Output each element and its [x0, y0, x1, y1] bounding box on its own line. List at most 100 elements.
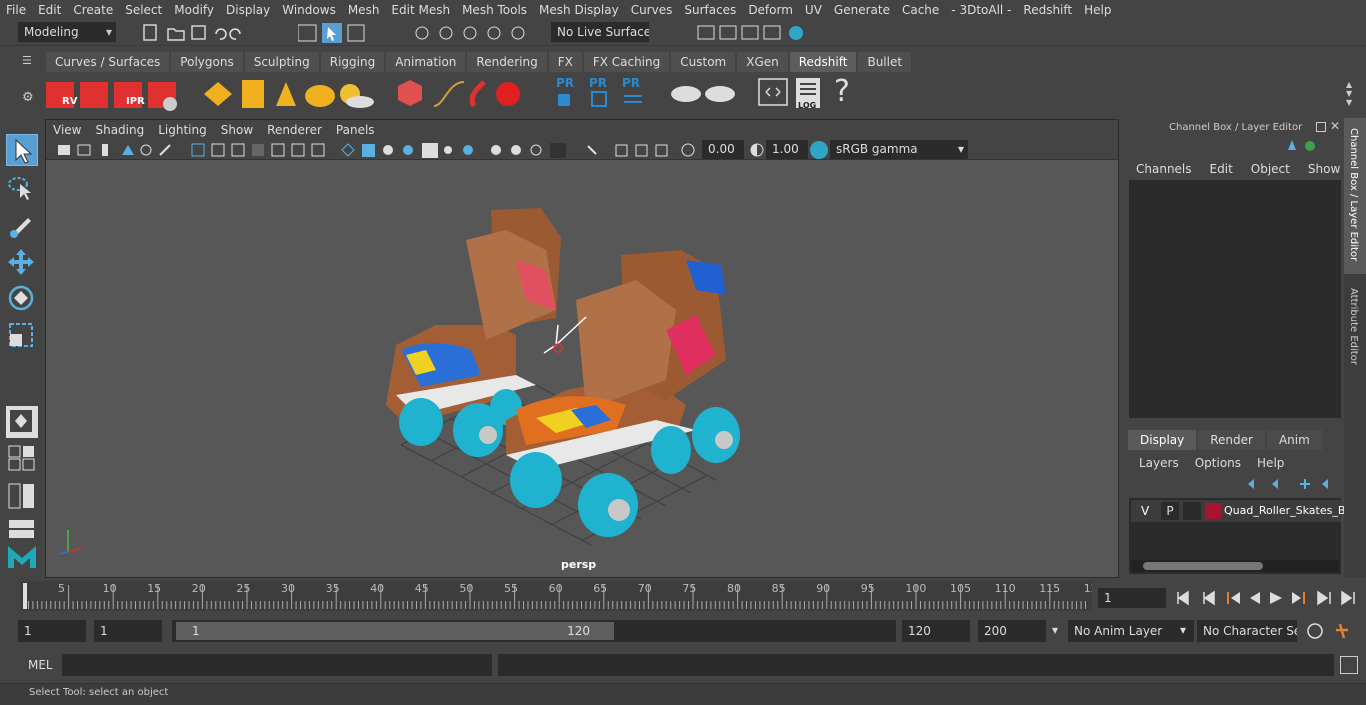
side-tab-channel-box[interactable]: Channel Box / Layer Editor [1344, 118, 1366, 274]
layer-playback[interactable]: P [1161, 502, 1179, 520]
playback-controls[interactable] [1172, 588, 1362, 608]
layer-color-swatch[interactable] [1205, 503, 1221, 519]
outliner-layout-button[interactable] [6, 518, 38, 540]
time-slider[interactable]: 5 10 15 20 25 30 35 40 45 50 55 60 65 70 75 80 85 90 95 100… [20, 581, 1098, 611]
playback-end-field[interactable]: 120 [902, 620, 970, 642]
tab-fx-caching[interactable]: FX Caching [583, 52, 670, 72]
menu-generate[interactable]: Generate [828, 3, 896, 17]
vp-menu-panels[interactable]: Panels [329, 123, 382, 137]
render-icons[interactable] [696, 23, 808, 43]
anim-prefs-icons[interactable] [1306, 622, 1360, 640]
end-time-field[interactable]: 200 [978, 620, 1046, 642]
side-tab-attribute-editor[interactable]: Attribute Editor [1344, 278, 1366, 378]
character-set-dropdown[interactable]: No Character Set [1197, 620, 1297, 642]
file-actions-icons[interactable] [142, 24, 262, 42]
tab-redshift[interactable]: Redshift [789, 52, 857, 72]
mode-selector[interactable]: Modeling ▾ [18, 22, 116, 42]
scale-tool-button[interactable] [6, 320, 38, 352]
rotate-tool-button[interactable] [6, 282, 38, 314]
menu-3dtoall[interactable]: - 3DtoAll - [945, 3, 1017, 17]
tab-custom[interactable]: Custom [671, 52, 736, 72]
playback-start-field[interactable]: 1 [94, 620, 162, 642]
vp-menu-show[interactable]: Show [214, 123, 260, 137]
tab-bullet[interactable]: Bullet [858, 52, 912, 72]
menu-mesh-display[interactable]: Mesh Display [533, 3, 625, 17]
redshift-light-icons[interactable] [200, 76, 376, 112]
viewport-tool-icons[interactable] [56, 143, 696, 159]
layer-row[interactable]: V P Quad_Roller_Skates_Br [1131, 500, 1350, 522]
menu-edit[interactable]: Edit [32, 3, 67, 17]
layer-name[interactable]: Quad_Roller_Skates_Br [1224, 504, 1350, 517]
menu-surfaces[interactable]: Surfaces [678, 3, 742, 17]
paint-tool-button[interactable] [6, 210, 38, 242]
menu-uv[interactable]: UV [799, 3, 828, 17]
shelf-menu-icon[interactable]: ☰ [22, 54, 34, 67]
tab-xgen[interactable]: XGen [737, 52, 788, 72]
color-management-toggle[interactable] [810, 141, 828, 159]
start-time-field[interactable]: 1 [18, 620, 86, 642]
menu-redshift[interactable]: Redshift [1017, 3, 1078, 17]
menu-create[interactable]: Create [67, 3, 119, 17]
menu-file[interactable]: File [0, 3, 32, 17]
layer-menu-layers[interactable]: Layers [1139, 456, 1195, 470]
move-tool-button[interactable] [6, 246, 38, 278]
menu-modify[interactable]: Modify [168, 3, 220, 17]
cb-menu-channels[interactable]: Channels [1136, 162, 1210, 176]
menu-curves[interactable]: Curves [625, 3, 679, 17]
tab-polygons[interactable]: Polygons [171, 52, 243, 72]
menu-select[interactable]: Select [119, 3, 168, 17]
code-icon[interactable] [758, 76, 788, 110]
layer-type[interactable] [1183, 502, 1201, 520]
selection-mode-icons[interactable] [298, 23, 368, 43]
gamma-field[interactable]: 1.00 [766, 140, 808, 159]
vp-menu-view[interactable]: View [46, 123, 88, 137]
anim-layer-dropdown[interactable]: No Anim Layer [1068, 620, 1194, 642]
menu-windows[interactable]: Windows [276, 3, 342, 17]
script-editor-icon[interactable] [1340, 656, 1358, 674]
redshift-object-icons[interactable] [394, 76, 524, 112]
layer-visibility[interactable]: V [1141, 504, 1149, 518]
chevron-down-icon[interactable]: ▾ [1180, 623, 1186, 637]
single-view-layout-button[interactable] [6, 406, 38, 438]
cb-menu-edit[interactable]: Edit [1210, 162, 1251, 176]
shelf-scroll-arrows[interactable]: ▲ ▼ ▼ [1346, 80, 1358, 110]
redshift-render-icons[interactable] [44, 76, 184, 114]
command-language[interactable]: MEL [28, 658, 53, 672]
layer-menu-options[interactable]: Options [1195, 456, 1257, 470]
vp-menu-lighting[interactable]: Lighting [151, 123, 214, 137]
tab-curves-surfaces[interactable]: Curves / Surfaces [46, 52, 170, 72]
channel-list[interactable] [1129, 180, 1341, 418]
gear-icon[interactable]: ⚙ [22, 90, 34, 105]
command-input[interactable] [62, 654, 492, 676]
tab-display[interactable]: Display [1128, 430, 1197, 450]
menu-display[interactable]: Display [220, 3, 276, 17]
layer-action-icons[interactable] [1244, 476, 1334, 492]
tab-render[interactable]: Render [1198, 430, 1265, 450]
channel-box-tool-icons[interactable] [1284, 138, 1324, 154]
menu-edit-mesh[interactable]: Edit Mesh [385, 3, 456, 17]
range-slider[interactable]: 1 120 [172, 620, 896, 642]
tab-sculpting[interactable]: Sculpting [244, 52, 319, 72]
tab-fx[interactable]: FX [548, 52, 582, 72]
cb-menu-object[interactable]: Object [1251, 162, 1308, 176]
menu-deform[interactable]: Deform [742, 3, 799, 17]
cb-menu-show[interactable]: Show [1308, 162, 1340, 176]
3d-scene[interactable]: persp [46, 160, 1118, 577]
tab-animation[interactable]: Animation [386, 52, 466, 72]
range-slider-handle[interactable]: 1 120 [176, 622, 614, 640]
four-view-layout-button[interactable] [6, 444, 38, 472]
tab-rigging[interactable]: Rigging [320, 52, 385, 72]
colorspace-dropdown[interactable]: sRGB gamma ▾ [830, 140, 968, 159]
float-icon[interactable] [1316, 122, 1326, 132]
tab-anim[interactable]: Anim [1266, 430, 1322, 450]
redshift-material-icons[interactable] [668, 78, 738, 110]
exposure-field[interactable]: 0.00 [702, 140, 744, 159]
lasso-tool-button[interactable] [6, 172, 38, 204]
help-icon[interactable]: ? [834, 74, 850, 109]
layer-scrollbar[interactable] [1131, 560, 1339, 572]
tab-rendering[interactable]: Rendering [467, 52, 547, 72]
side-layout-button[interactable] [6, 482, 38, 510]
layer-menu-help[interactable]: Help [1257, 456, 1284, 470]
snap-icons[interactable] [414, 23, 534, 43]
vp-menu-shading[interactable]: Shading [88, 123, 151, 137]
